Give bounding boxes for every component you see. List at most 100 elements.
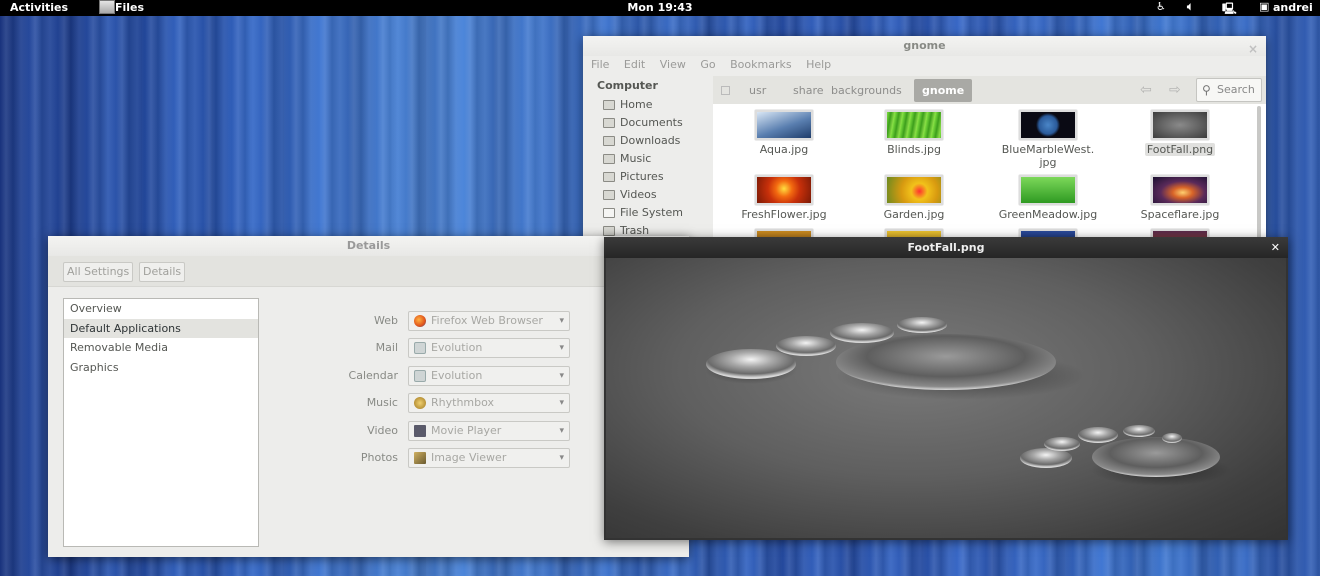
sidebar-item-label: Pictures <box>620 168 664 186</box>
file-name: BlueMarbleWest. <box>993 143 1103 156</box>
video-app-select[interactable]: Movie Player ▾ <box>408 421 570 441</box>
user-icon[interactable]: ▣ <box>1259 0 1269 13</box>
file-name: Spaceflare.jpg <box>1125 208 1235 221</box>
menu-bookmarks[interactable]: Bookmarks <box>730 56 791 74</box>
all-settings-button[interactable]: All Settings <box>63 262 133 282</box>
files-titlebar[interactable]: gnome × <box>583 36 1266 56</box>
thumbnail <box>1151 110 1209 140</box>
file-name: FootFall.png <box>1145 143 1215 156</box>
folder-icon <box>603 100 615 110</box>
file-item[interactable]: Garden.jpg <box>859 175 969 221</box>
sidebar-item-downloads[interactable]: Downloads <box>583 132 713 150</box>
sidebar-item-home[interactable]: Home <box>583 96 713 114</box>
breadcrumb-gnome[interactable]: gnome <box>914 79 972 102</box>
thumbnail <box>1151 175 1209 205</box>
forward-icon[interactable]: ⇨ <box>1169 82 1181 98</box>
photos-app-select[interactable]: Image Viewer ▾ <box>408 448 570 468</box>
select-value: Evolution <box>431 341 482 354</box>
file-item[interactable]: BlueMarbleWest. jpg <box>993 110 1103 169</box>
select-value: Movie Player <box>431 424 501 437</box>
menu-go[interactable]: Go <box>700 56 715 74</box>
file-item-selected[interactable]: FootFall.png <box>1125 110 1235 156</box>
file-name: GreenMeadow.jpg <box>993 208 1103 221</box>
sidebar-item-label: Downloads <box>620 132 680 150</box>
web-app-select[interactable]: Firefox Web Browser ▾ <box>408 311 570 331</box>
select-value: Evolution <box>431 369 482 382</box>
settings-titlebar[interactable]: Details <box>48 236 689 256</box>
list-item-default-applications[interactable]: Default Applications <box>64 319 258 339</box>
breadcrumb-usr[interactable]: usr <box>741 79 774 102</box>
close-icon[interactable]: ✕ <box>1271 237 1280 258</box>
calendar-app-select[interactable]: Evolution ▾ <box>408 366 570 386</box>
search-button[interactable]: ⚲ Search <box>1196 78 1262 102</box>
menu-help[interactable]: Help <box>806 56 831 74</box>
row-label: Music <box>308 396 398 409</box>
folder-icon <box>603 136 615 146</box>
clock[interactable]: Mon 19:43 <box>0 1 1320 14</box>
activities-button[interactable]: Activities <box>10 1 68 14</box>
network-icon[interactable]: 🖳︎ <box>1222 0 1237 19</box>
row-label: Video <box>308 424 398 437</box>
chevron-down-icon: ▾ <box>559 394 564 412</box>
chevron-down-icon: ▾ <box>559 312 564 330</box>
thumbnail <box>755 175 813 205</box>
chevron-down-icon: ▾ <box>559 422 564 440</box>
home-crumb-icon[interactable] <box>721 79 735 102</box>
sidebar-item-videos[interactable]: Videos <box>583 186 713 204</box>
accessibility-icon[interactable]: ♿ <box>1156 0 1166 13</box>
file-item[interactable]: Aqua.jpg <box>729 110 839 156</box>
window-title: Details <box>347 239 390 252</box>
sidebar-item-file-system[interactable]: File System <box>583 204 713 222</box>
sidebar-item-pictures[interactable]: Pictures <box>583 168 713 186</box>
select-value: Image Viewer <box>431 451 506 464</box>
list-item-graphics[interactable]: Graphics <box>64 358 258 378</box>
image-viewer-icon <box>414 452 426 464</box>
row-label: Web <box>308 314 398 327</box>
search-icon: ⚲ <box>1202 79 1211 101</box>
sidebar-item-label: Videos <box>620 186 657 204</box>
menu-edit[interactable]: Edit <box>624 56 645 74</box>
menubar: File Edit View Go Bookmarks Help <box>583 56 1266 76</box>
footprint-drops-image <box>606 258 1286 538</box>
back-icon[interactable]: ⇦ <box>1140 82 1152 98</box>
chevron-down-icon: ▾ <box>559 367 564 385</box>
app-menu-button[interactable]: Files <box>115 1 144 14</box>
movie-player-icon <box>414 425 426 437</box>
thumbnail <box>1019 110 1077 140</box>
thumbnail <box>1019 175 1077 205</box>
details-button[interactable]: Details <box>139 262 185 282</box>
thumbnail <box>885 110 943 140</box>
file-item[interactable]: Spaceflare.jpg <box>1125 175 1235 221</box>
thumbnail <box>755 110 813 140</box>
sidebar-item-music[interactable]: Music <box>583 150 713 168</box>
file-item[interactable]: Blinds.jpg <box>859 110 969 156</box>
files-app-icon[interactable] <box>99 0 115 14</box>
row-label: Mail <box>308 341 398 354</box>
row-label: Photos <box>308 451 398 464</box>
sidebar-item-label: Music <box>620 150 651 168</box>
location-toolbar: usr share backgrounds gnome ⇦ ⇨ ⚲ Search <box>713 76 1266 104</box>
file-item[interactable]: GreenMeadow.jpg <box>993 175 1103 221</box>
music-app-select[interactable]: Rhythmbox ▾ <box>408 393 570 413</box>
search-label: Search <box>1217 83 1255 96</box>
sidebar-item-label: File System <box>620 204 683 222</box>
evolution-icon <box>414 342 426 354</box>
user-menu[interactable]: andrei <box>1273 1 1313 14</box>
viewer-titlebar[interactable]: FootFall.png ✕ <box>604 237 1288 258</box>
folder-icon <box>603 172 615 182</box>
list-item-removable-media[interactable]: Removable Media <box>64 338 258 358</box>
menu-file[interactable]: File <box>591 56 609 74</box>
scrollbar[interactable] <box>1257 106 1261 256</box>
mail-app-select[interactable]: Evolution ▾ <box>408 338 570 358</box>
displayed-image <box>606 258 1286 538</box>
menu-view[interactable]: View <box>660 56 686 74</box>
rhythmbox-icon <box>414 397 426 409</box>
folder-icon <box>603 154 615 164</box>
breadcrumb-backgrounds[interactable]: backgrounds <box>823 79 910 102</box>
sidebar-item-documents[interactable]: Documents <box>583 114 713 132</box>
file-item[interactable]: FreshFlower.jpg <box>729 175 839 221</box>
sidebar-item-label: Home <box>620 96 652 114</box>
list-item-overview[interactable]: Overview <box>64 299 258 319</box>
volume-icon[interactable]: 🔈︎ <box>1187 0 1194 14</box>
close-icon[interactable]: × <box>1248 39 1258 59</box>
